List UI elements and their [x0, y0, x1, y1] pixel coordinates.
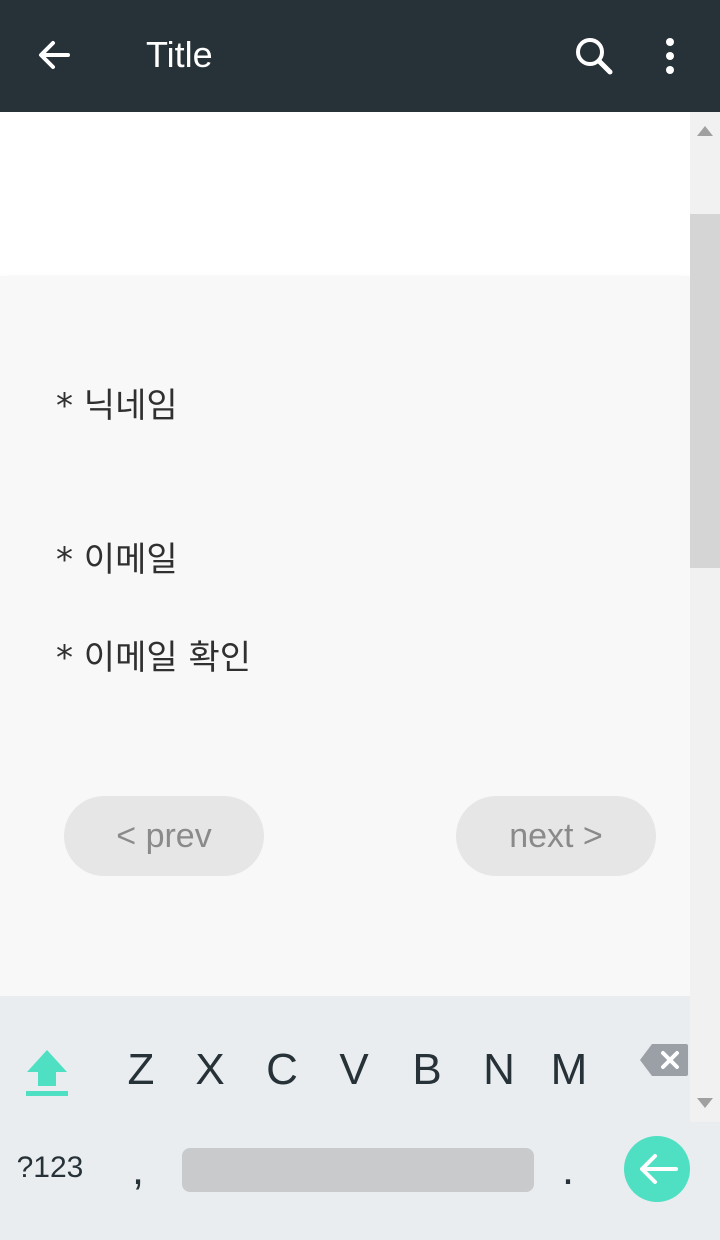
- app-bar: Title: [0, 0, 720, 112]
- period-key[interactable]: .: [552, 1140, 584, 1200]
- scrollbar-thumb[interactable]: [690, 214, 720, 568]
- search-icon[interactable]: [568, 30, 620, 82]
- page-title: Title: [146, 34, 213, 75]
- scroll-down-arrow-icon[interactable]: [697, 1098, 713, 1108]
- key-m[interactable]: M: [539, 1040, 599, 1100]
- more-vert-icon[interactable]: [648, 30, 692, 82]
- key-n[interactable]: N: [469, 1040, 529, 1100]
- symbols-key[interactable]: ?123: [12, 1148, 88, 1188]
- scrollbar[interactable]: [690, 112, 720, 1122]
- next-button[interactable]: next >: [456, 796, 656, 876]
- prev-button[interactable]: < prev: [64, 796, 264, 876]
- enter-arrow-icon: [640, 1154, 678, 1184]
- signup-form: * 닉네임 * 이메일 * 이메일 확인 < prev next >: [0, 276, 690, 996]
- shift-arrow-icon[interactable]: [24, 1046, 70, 1100]
- back-arrow-icon[interactable]: [28, 30, 80, 82]
- content-top-area: [0, 112, 690, 276]
- enter-key[interactable]: [624, 1136, 690, 1202]
- scroll-up-arrow-icon[interactable]: [697, 126, 713, 136]
- key-x[interactable]: X: [180, 1040, 240, 1100]
- backspace-icon[interactable]: [638, 1042, 690, 1078]
- email-label: * 이메일: [56, 540, 178, 580]
- keyboard-edge: [690, 1122, 720, 1240]
- key-v[interactable]: V: [324, 1040, 384, 1100]
- key-z[interactable]: Z: [111, 1040, 171, 1100]
- email-confirm-label: * 이메일 확인: [56, 638, 252, 678]
- nickname-label: * 닉네임: [56, 386, 178, 426]
- key-c[interactable]: C: [252, 1040, 312, 1100]
- space-bar[interactable]: [182, 1148, 534, 1192]
- soft-keyboard: Z X C V B N M ?123 , .: [0, 996, 690, 1240]
- comma-key[interactable]: ,: [120, 1140, 156, 1200]
- key-b[interactable]: B: [397, 1040, 457, 1100]
